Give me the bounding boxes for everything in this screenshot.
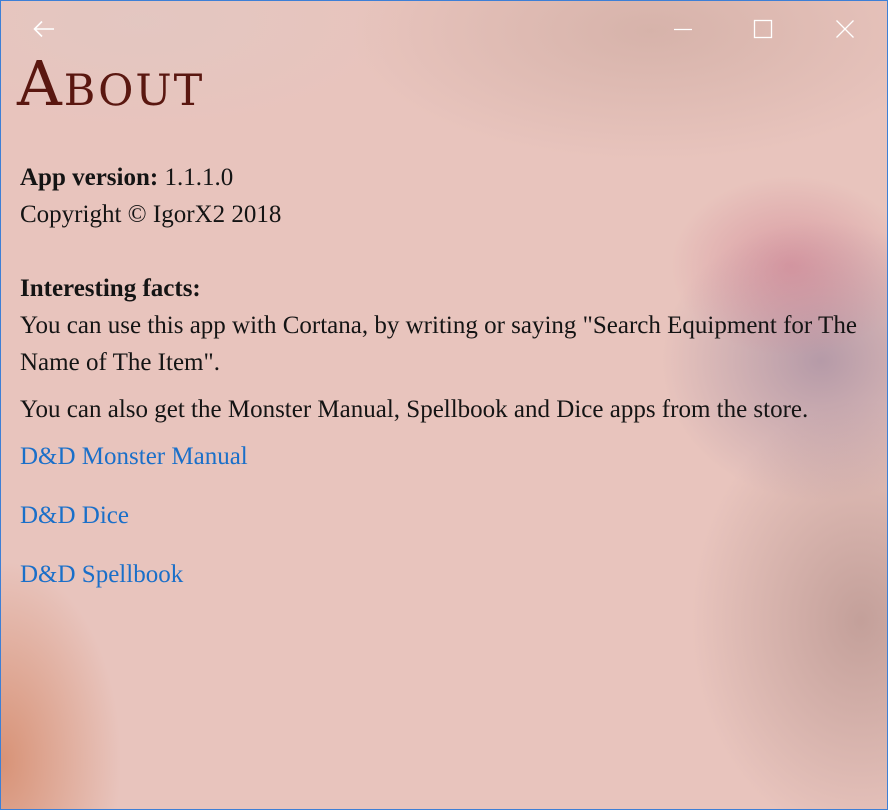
page-title: About xyxy=(17,47,205,120)
facts-heading: Interesting facts: xyxy=(20,275,201,302)
minimize-icon xyxy=(674,28,692,31)
back-button[interactable] xyxy=(27,13,61,45)
dice-link[interactable]: D&D Dice xyxy=(20,497,870,534)
maximize-icon xyxy=(753,19,773,39)
monster-manual-link[interactable]: D&D Monster Manual xyxy=(20,438,870,475)
copyright-text: Copyright © IgorX2 2018 xyxy=(20,201,282,228)
fact-paragraph-store: You can also get the Monster Manual, Spe… xyxy=(20,396,809,423)
minimize-button[interactable] xyxy=(660,11,706,47)
close-icon xyxy=(836,20,854,38)
arrow-left-icon xyxy=(33,20,54,38)
app-window: About App version: 1.1.1.0 Copyright © I… xyxy=(0,0,888,810)
version-value: 1.1.1.0 xyxy=(164,164,234,191)
spellbook-link[interactable]: D&D Spellbook xyxy=(20,556,870,593)
version-row: App version: 1.1.1.0 xyxy=(20,159,870,196)
about-content: App version: 1.1.1.0 Copyright © IgorX2 … xyxy=(20,159,870,593)
fact-paragraph-cortana: You can use this app with Cortana, by wr… xyxy=(20,312,857,376)
maximize-button[interactable] xyxy=(740,11,786,47)
version-label: App version: xyxy=(20,164,159,191)
close-button[interactable] xyxy=(822,11,868,47)
